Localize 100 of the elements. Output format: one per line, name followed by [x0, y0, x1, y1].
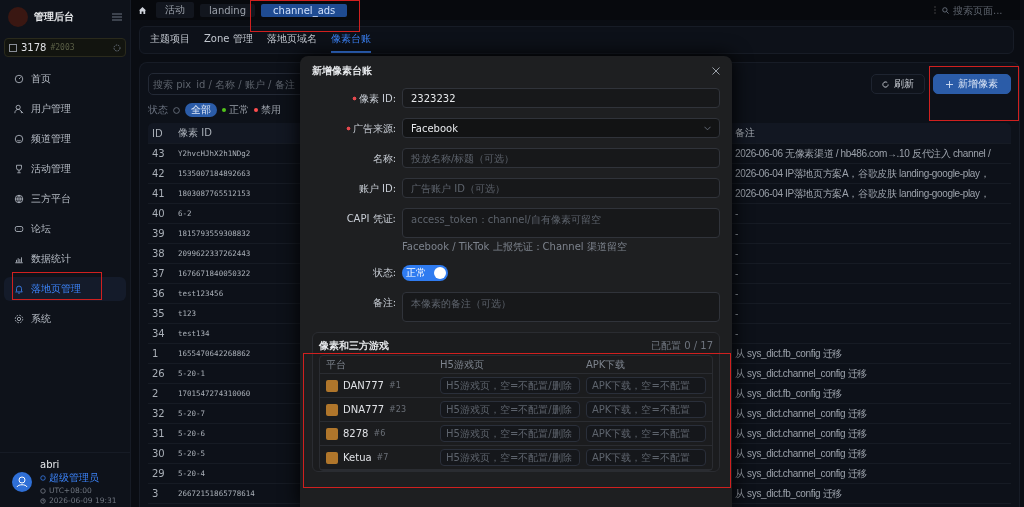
avatar-icon[interactable] — [12, 472, 32, 492]
game-id: #1 — [388, 381, 401, 390]
status-filter[interactable]: 正常 — [222, 103, 249, 117]
status-filter[interactable]: 全部 — [185, 103, 217, 117]
table-cell-text: 从 sys_dict.fb_config 迁移 — [735, 346, 843, 361]
chevron-down-icon — [704, 125, 711, 131]
column-header: 备注 — [735, 126, 756, 140]
table-cell-text: 2026-06-06 无像素渠道 / hb486.com→.10 反代注入 channel / — [735, 146, 992, 161]
table-cell-text: 29 — [152, 468, 166, 479]
table-cell-text: 从 sys_dict.fb_config 迁移 — [735, 486, 843, 501]
search-field[interactable]: 搜索页面... — [942, 4, 1020, 16]
table-cell-text: 从 sys_dict.channel_config 迁移 — [735, 366, 868, 381]
table-cell-text: 从 sys_dict.fb_config 迁移 — [735, 386, 843, 401]
section-title: 像素和三方游戏 — [319, 339, 389, 353]
table-cell-text: 2 — [152, 388, 160, 399]
text-area[interactable]: access_token：channel/自有像素可留空 — [402, 208, 720, 238]
table-cell-text: 30 — [152, 448, 166, 459]
game-name: Ketua — [343, 452, 372, 463]
table-cell-text: 35 — [152, 308, 166, 319]
status-label: 状态 — [148, 103, 168, 117]
menu-item[interactable]: 三方平台 — [4, 187, 126, 211]
menu-item[interactable]: 用户管理 — [4, 97, 126, 121]
field-label: 广告来源: — [345, 122, 396, 136]
plus-icon — [946, 80, 953, 88]
input-field[interactable]: 投放名称/标题（可选） — [402, 148, 720, 168]
input-field[interactable]: APK下载，空=不配置 — [586, 425, 706, 442]
table-cell-text: 3 — [152, 488, 160, 499]
field-label: 名称: — [372, 152, 396, 166]
trophy-icon — [14, 164, 24, 174]
table-cell-text: 42 — [152, 168, 166, 179]
chat-icon — [14, 224, 24, 234]
user-role: 超级管理员 — [49, 471, 99, 485]
game-id: #23 — [389, 405, 406, 414]
table-cell-text: 从 sys_dict.channel_config 迁移 — [735, 466, 868, 481]
menu-item[interactable]: 活动管理 — [4, 157, 126, 181]
section-tab[interactable]: 主题项目 — [150, 27, 190, 53]
menu-item[interactable]: 论坛 — [4, 217, 126, 241]
menu-item[interactable]: 数据统计 — [4, 247, 126, 271]
menu-item[interactable]: 系统 — [4, 307, 126, 331]
table-cell-text: 36 — [152, 288, 166, 299]
table-cell-text: - — [735, 228, 739, 239]
table-cell-text: 41 — [152, 188, 166, 199]
text-area[interactable]: 本像素的备注（可选） — [402, 292, 720, 322]
search-icon — [942, 6, 949, 14]
menu-item[interactable]: 频道管理 — [4, 127, 126, 151]
table-cell-text: 37 — [152, 268, 166, 279]
close-icon[interactable] — [712, 67, 720, 75]
table-cell-text: 2026-06-04 IP落地页方案A，谷歌皮肤 landing-google-play， — [735, 166, 991, 181]
table-cell-text: - — [735, 268, 739, 279]
smiley-icon — [14, 134, 24, 144]
section-tab[interactable]: 落地页域名 — [266, 27, 317, 53]
section-tab[interactable]: 像素台账 — [330, 27, 371, 53]
game-id: #6 — [373, 429, 386, 438]
table-cell-text: - — [735, 248, 739, 259]
field-label: 像素 ID: — [351, 92, 396, 106]
table-cell-text: 38 — [152, 248, 166, 259]
status-filter[interactable]: 禁用 — [254, 103, 281, 117]
game-logo — [326, 451, 338, 464]
input-field[interactable]: 2323232 — [402, 88, 720, 108]
input-field[interactable]: H5游戏页，空=不配置/删除 — [440, 425, 580, 442]
config-count: 已配置 0 / 17 — [651, 339, 713, 353]
input-field[interactable]: APK下载，空=不配置 — [586, 401, 706, 418]
column-header: 像素 ID — [178, 126, 213, 140]
add-button[interactable]: 新增像素 — [933, 74, 1011, 94]
bell-icon — [14, 284, 24, 294]
menu-item[interactable]: 首页 — [4, 67, 126, 91]
column-header: APK下载 — [586, 357, 627, 372]
dialog-title: 新增像素台账 — [312, 64, 372, 78]
page-tab[interactable]: landing — [200, 3, 256, 17]
table-cell-text: 32 — [152, 408, 166, 419]
tenant-selector[interactable]: 3178 #2003 — [4, 38, 126, 57]
input-field[interactable]: H5游戏页，空=不配置/删除 — [440, 401, 580, 418]
table-cell-text: 1 — [152, 348, 160, 359]
input-field[interactable]: APK下载，空=不配置 — [586, 449, 706, 466]
table-cell-text: - — [735, 328, 739, 339]
gear-icon — [14, 314, 24, 324]
table-cell-text: 43 — [152, 148, 166, 159]
column-header: 平台 — [326, 357, 347, 372]
page-tab[interactable]: channel_ads — [261, 3, 348, 17]
app-title: 管理后台 — [34, 10, 75, 24]
table-cell-text: 26 — [152, 368, 166, 379]
select-field[interactable]: Facebook — [402, 118, 720, 138]
status-switch[interactable]: 正常 — [402, 265, 448, 281]
input-field[interactable]: 广告账户 ID（可选） — [402, 178, 720, 198]
table-cell-text: - — [735, 208, 739, 219]
menu-item[interactable]: 落地页管理 — [4, 277, 126, 301]
table-cell-text: - — [735, 308, 739, 319]
input-field[interactable]: H5游戏页，空=不配置/删除 — [440, 449, 580, 466]
field-hint: Facebook / TikTok 上报凭证：Channel 渠道留空 — [402, 240, 628, 254]
page-tab[interactable]: 活动 — [156, 2, 194, 18]
field-label: 账户 ID: — [358, 182, 396, 196]
input-field[interactable]: H5游戏页，空=不配置/删除 — [440, 377, 580, 394]
section-tab[interactable]: Zone 管理 — [204, 27, 253, 53]
refresh-button[interactable]: 刷新 — [871, 74, 925, 94]
table-cell-text: 从 sys_dict.channel_config 迁移 — [735, 426, 868, 441]
user-icon — [14, 104, 24, 114]
column-header: H5游戏页 — [440, 357, 485, 372]
input-field[interactable]: APK下载，空=不配置 — [586, 377, 706, 394]
game-id: #7 — [376, 453, 389, 462]
logo-placeholder — [8, 7, 28, 27]
